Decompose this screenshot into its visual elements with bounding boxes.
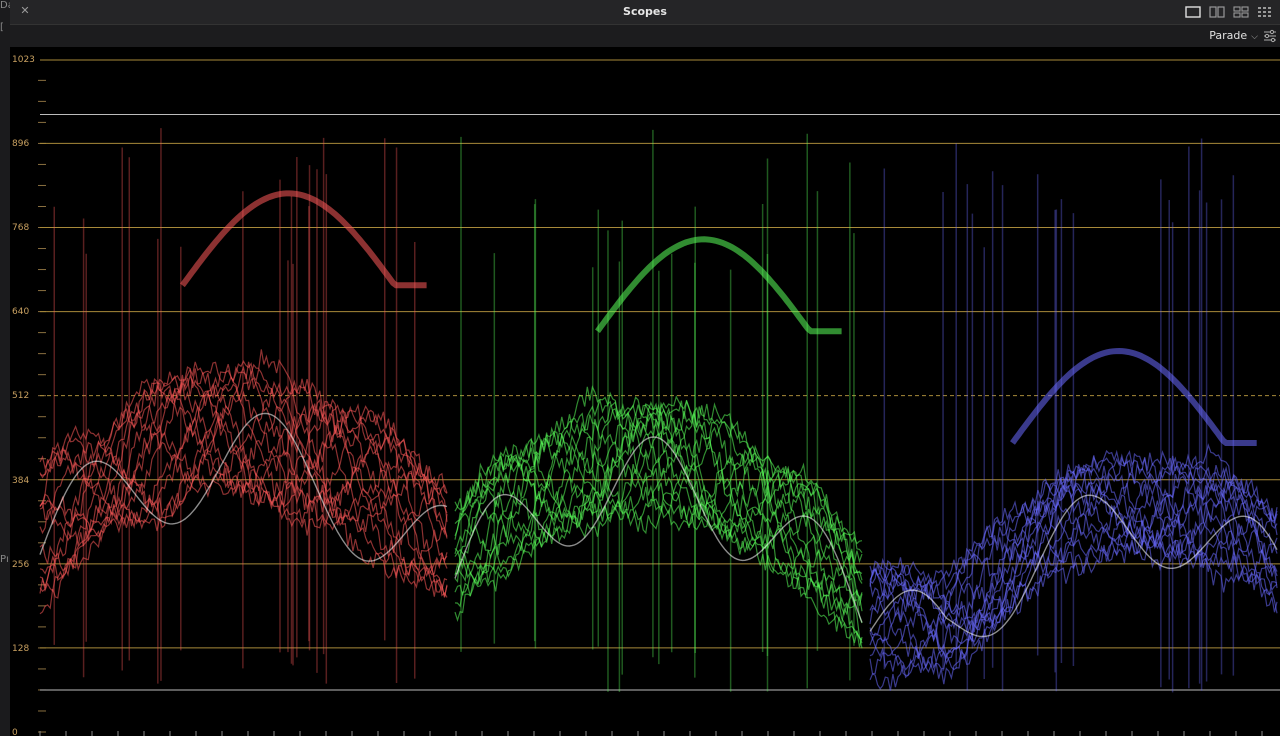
scale-label-896: 896 <box>12 139 30 149</box>
scale-label-1023: 1023 <box>12 55 35 65</box>
scope-toolbar: Parade ⌵ <box>10 25 1280 47</box>
left-fragment-3: Pı <box>0 554 9 565</box>
scale-label-256: 256 <box>12 560 30 570</box>
parade-waveform <box>38 59 1280 736</box>
green-channel-waveform <box>454 129 863 693</box>
single-view-icon[interactable] <box>1184 5 1202 19</box>
quad-view-icon[interactable] <box>1232 5 1250 19</box>
parade-scope: 1023 896 768 640 512 384 256 128 0 <box>10 47 1280 736</box>
panel-title: Scopes <box>623 5 667 18</box>
blue-channel-waveform <box>869 138 1278 693</box>
red-channel-waveform <box>39 128 448 684</box>
left-fragment-2: [ <box>0 22 4 33</box>
chevron-down-icon: ⌵ <box>1251 32 1258 42</box>
settings-sliders-icon[interactable] <box>1262 28 1278 44</box>
scale-label-128: 128 <box>12 644 30 654</box>
scale-label-640: 640 <box>12 307 30 317</box>
scale-label-512: 512 <box>12 391 30 401</box>
scale-label-384: 384 <box>12 476 30 486</box>
scope-mode-label: Parade <box>1209 29 1248 42</box>
grid-view-icon[interactable] <box>1256 5 1274 19</box>
left-panel-edge: Da [ Pı <box>0 0 14 736</box>
layout-buttons <box>1184 5 1274 19</box>
scale-label-0: 0 <box>12 728 18 736</box>
panel-titlebar: ✕ Scopes <box>10 0 1280 25</box>
scope-mode-dropdown[interactable]: Parade ⌵ <box>1209 29 1258 42</box>
scale-label-768: 768 <box>12 223 30 233</box>
dual-view-icon[interactable] <box>1208 5 1226 19</box>
